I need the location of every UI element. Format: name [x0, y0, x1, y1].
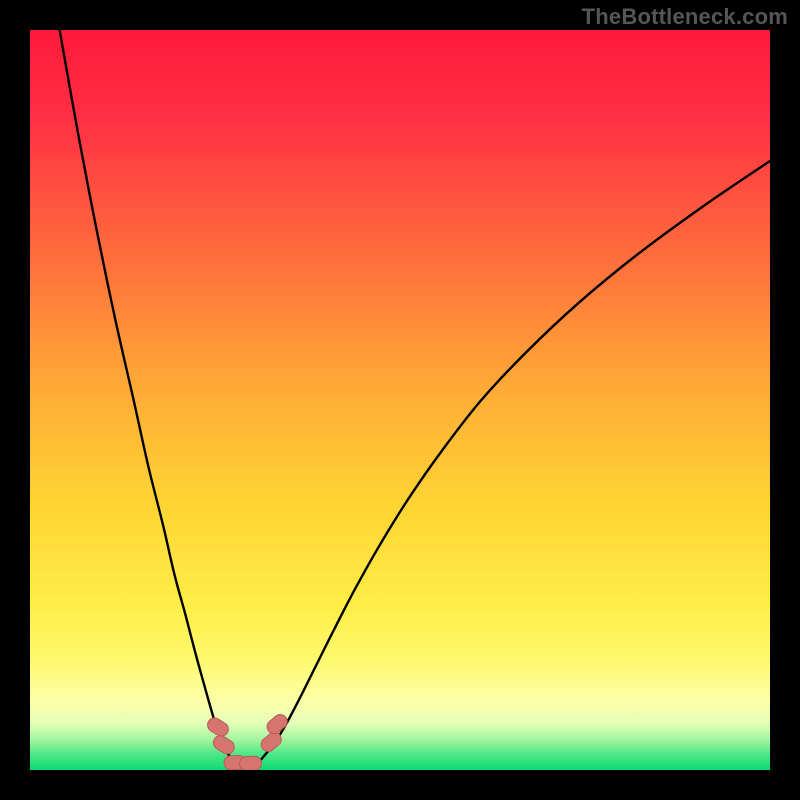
curve-left-branch — [60, 30, 229, 754]
marker-left-cluster-a — [205, 715, 231, 739]
marker-left-cluster-b — [211, 733, 237, 757]
chart-frame: TheBottleneck.com — [0, 0, 800, 800]
curve-layer — [30, 30, 770, 770]
marker-right-cluster-b — [264, 712, 290, 737]
data-markers — [205, 712, 290, 770]
marker-floor-b — [239, 756, 261, 770]
plot-area — [30, 30, 770, 770]
watermark-text: TheBottleneck.com — [582, 4, 788, 30]
curve-right-branch — [265, 161, 770, 754]
